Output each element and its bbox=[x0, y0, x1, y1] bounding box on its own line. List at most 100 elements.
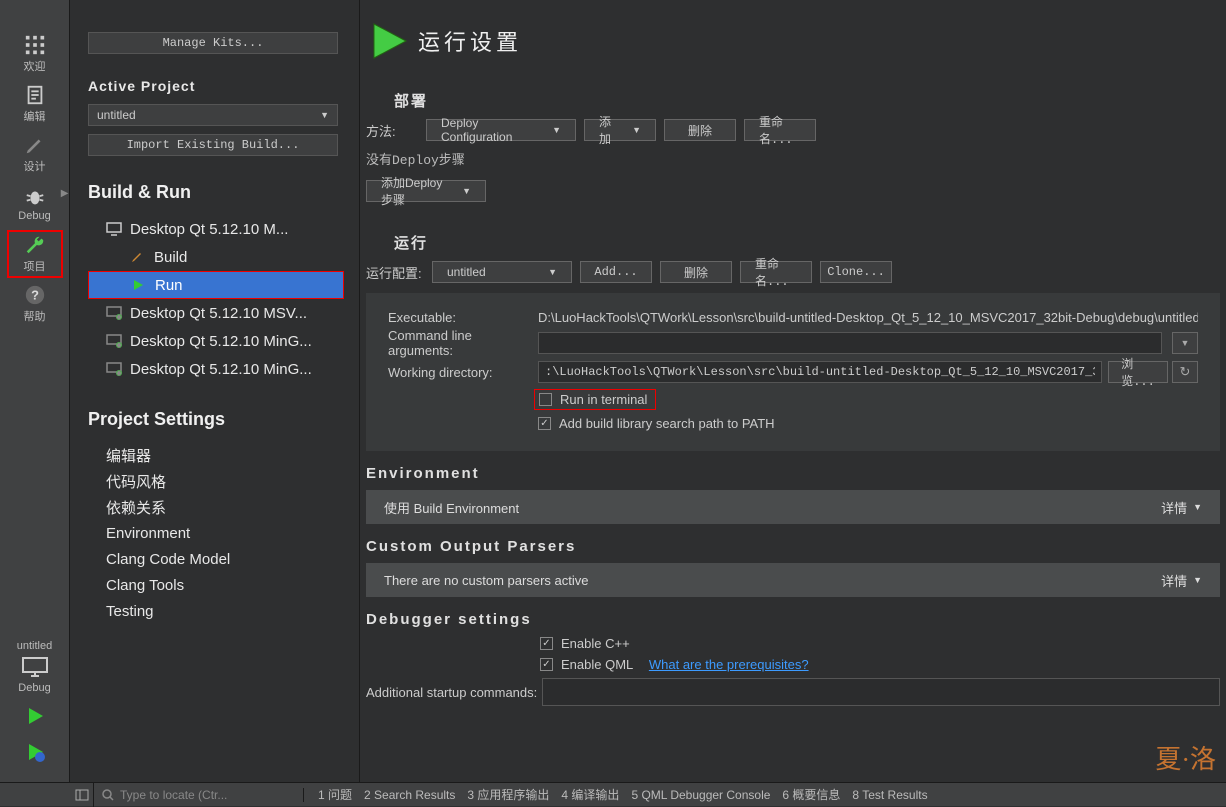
output-tab-general[interactable]: 6 概要信息 bbox=[782, 786, 840, 803]
debugger-heading: Debugger settings bbox=[366, 611, 1226, 628]
run-rename-button[interactable]: 重命名... bbox=[740, 261, 812, 283]
run-label: Run bbox=[155, 277, 183, 294]
add-path-row[interactable]: Add build library search path to PATH bbox=[538, 416, 1198, 431]
monitor-icon[interactable] bbox=[21, 656, 49, 678]
locator-placeholder: Type to locate (Ctr... bbox=[120, 788, 227, 802]
svg-text:+: + bbox=[118, 315, 121, 321]
kit-label: Desktop Qt 5.12.10 MinG... bbox=[130, 333, 312, 350]
deploy-heading: 部署 bbox=[394, 90, 1226, 111]
chevron-down-icon: ▼ bbox=[1193, 502, 1202, 512]
manage-kits-button[interactable]: Manage Kits... bbox=[88, 32, 338, 54]
search-icon bbox=[102, 789, 114, 801]
run-button[interactable] bbox=[23, 704, 47, 728]
ps-clang-code-model[interactable]: Clang Code Model bbox=[88, 546, 349, 572]
wd-input[interactable] bbox=[538, 361, 1102, 383]
mode-edit[interactable]: 编辑 bbox=[7, 80, 63, 128]
grid-icon bbox=[24, 34, 46, 56]
cop-bar: There are no custom parsers active 详情▼ bbox=[366, 563, 1220, 597]
ps-testing[interactable]: Testing bbox=[88, 598, 349, 624]
cop-details-button[interactable]: 详情▼ bbox=[1161, 571, 1202, 590]
play-icon bbox=[131, 278, 145, 292]
env-details-button[interactable]: 详情▼ bbox=[1161, 498, 1202, 517]
startup-commands-input[interactable] bbox=[542, 678, 1220, 706]
enable-cpp-row[interactable]: Enable C++ bbox=[540, 636, 1226, 651]
qml-prereq-link[interactable]: What are the prerequisites? bbox=[649, 657, 809, 672]
output-tab-qml[interactable]: 5 QML Debugger Console bbox=[631, 788, 770, 802]
status-bar: Type to locate (Ctr... 1 问题 2 Search Res… bbox=[0, 782, 1226, 806]
mode-iconbar: 欢迎 编辑 设计 Debug ▶ 项目 ? 帮助 untitled Debug bbox=[0, 0, 70, 806]
build-label: Build bbox=[154, 249, 187, 266]
wd-reset-button[interactable]: ↻ bbox=[1172, 361, 1198, 383]
kit-inactive[interactable]: + Desktop Qt 5.12.10 MSV... bbox=[88, 299, 349, 327]
output-tab-search[interactable]: 2 Search Results bbox=[364, 788, 455, 802]
svg-text:+: + bbox=[118, 371, 121, 377]
deploy-config-combo[interactable]: Deploy Configuration▼ bbox=[426, 119, 576, 141]
output-tab-issues[interactable]: 1 问题 bbox=[318, 786, 352, 803]
run-in-terminal-row[interactable]: Run in terminal bbox=[534, 389, 656, 410]
run-icon-large bbox=[366, 18, 412, 64]
ps-environment[interactable]: Environment bbox=[88, 520, 349, 546]
pencil-icon bbox=[24, 134, 46, 156]
locator-input[interactable]: Type to locate (Ctr... bbox=[94, 788, 304, 802]
mode-label: 欢迎 bbox=[24, 58, 46, 74]
mode-design[interactable]: 设计 bbox=[7, 130, 63, 178]
monitor-plus-icon: + bbox=[106, 333, 122, 349]
monitor-plus-icon: + bbox=[106, 305, 122, 321]
chevron-down-icon: ▼ bbox=[1193, 575, 1202, 585]
wrench-icon bbox=[24, 234, 46, 256]
enable-qml-label: Enable QML bbox=[561, 657, 633, 672]
deploy-add-button[interactable]: 添加▼ bbox=[584, 119, 656, 141]
environment-bar: 使用 Build Environment 详情▼ bbox=[366, 490, 1220, 524]
import-build-button[interactable]: Import Existing Build... bbox=[88, 134, 338, 156]
add-deploy-step-button[interactable]: 添加Deploy步骤▼ bbox=[366, 180, 486, 202]
hammer-icon bbox=[130, 250, 144, 264]
enable-cpp-checkbox[interactable] bbox=[540, 637, 553, 650]
project-combo[interactable]: untitled ▼ bbox=[88, 104, 338, 126]
kit-inactive[interactable]: + Desktop Qt 5.12.10 MinG... bbox=[88, 355, 349, 383]
kit-active[interactable]: Desktop Qt 5.12.10 M... bbox=[88, 215, 349, 243]
mode-debug[interactable]: Debug ▶ bbox=[7, 180, 63, 228]
output-tab-tests[interactable]: 8 Test Results bbox=[852, 788, 927, 802]
mode-projects[interactable]: 项目 bbox=[7, 230, 63, 278]
mode-label: Debug bbox=[18, 210, 50, 222]
run-delete-button[interactable]: 删除 bbox=[660, 261, 732, 283]
mode-help[interactable]: ? 帮助 bbox=[7, 280, 63, 328]
kit-label: Desktop Qt 5.12.10 M... bbox=[130, 221, 288, 238]
ps-dependencies[interactable]: 依赖关系 bbox=[88, 494, 349, 520]
ps-clang-tools[interactable]: Clang Tools bbox=[88, 572, 349, 598]
run-clone-button[interactable]: Clone... bbox=[820, 261, 892, 283]
kit-inactive[interactable]: + Desktop Qt 5.12.10 MinG... bbox=[88, 327, 349, 355]
kit-selector-project: untitled bbox=[17, 640, 52, 652]
kit-build-row[interactable]: Build bbox=[88, 243, 349, 271]
args-input[interactable] bbox=[538, 332, 1162, 354]
run-debug-button[interactable] bbox=[23, 740, 47, 764]
ps-codestyle[interactable]: 代码风格 bbox=[88, 468, 349, 494]
run-config-label: 运行配置: bbox=[366, 263, 432, 282]
output-tab-compile[interactable]: 4 编译输出 bbox=[561, 786, 619, 803]
run-add-button[interactable]: Add... bbox=[580, 261, 652, 283]
wd-browse-button[interactable]: 浏览... bbox=[1108, 361, 1168, 383]
run-config-combo[interactable]: untitled▼ bbox=[432, 261, 572, 283]
args-label: Command line arguments: bbox=[388, 328, 538, 358]
args-expand-button[interactable]: ▼ bbox=[1172, 332, 1198, 354]
page-title: 运行设置 bbox=[418, 25, 522, 57]
mode-label: 项目 bbox=[24, 258, 46, 274]
enable-qml-row[interactable]: Enable QML What are the prerequisites? bbox=[540, 657, 1226, 672]
reset-icon: ↻ bbox=[1180, 364, 1191, 380]
output-tab-app[interactable]: 3 应用程序输出 bbox=[467, 786, 549, 803]
add-path-checkbox[interactable] bbox=[538, 417, 551, 430]
mode-label: 设计 bbox=[24, 158, 46, 174]
kit-label: Desktop Qt 5.12.10 MSV... bbox=[130, 305, 307, 322]
sidebar-toggle-button[interactable] bbox=[70, 783, 94, 807]
mode-welcome[interactable]: 欢迎 bbox=[7, 30, 63, 78]
enable-qml-checkbox[interactable] bbox=[540, 658, 553, 671]
deploy-rename-button[interactable]: 重命名... bbox=[744, 119, 816, 141]
ps-editor[interactable]: 编辑器 bbox=[88, 442, 349, 468]
deploy-delete-button[interactable]: 删除 bbox=[664, 119, 736, 141]
run-in-terminal-checkbox[interactable] bbox=[539, 393, 552, 406]
kit-run-row[interactable]: Run bbox=[88, 271, 344, 299]
mode-label: 帮助 bbox=[24, 308, 46, 324]
run-in-terminal-label: Run in terminal bbox=[560, 392, 647, 407]
build-run-heading: Build & Run bbox=[88, 182, 349, 203]
document-icon bbox=[24, 84, 46, 106]
